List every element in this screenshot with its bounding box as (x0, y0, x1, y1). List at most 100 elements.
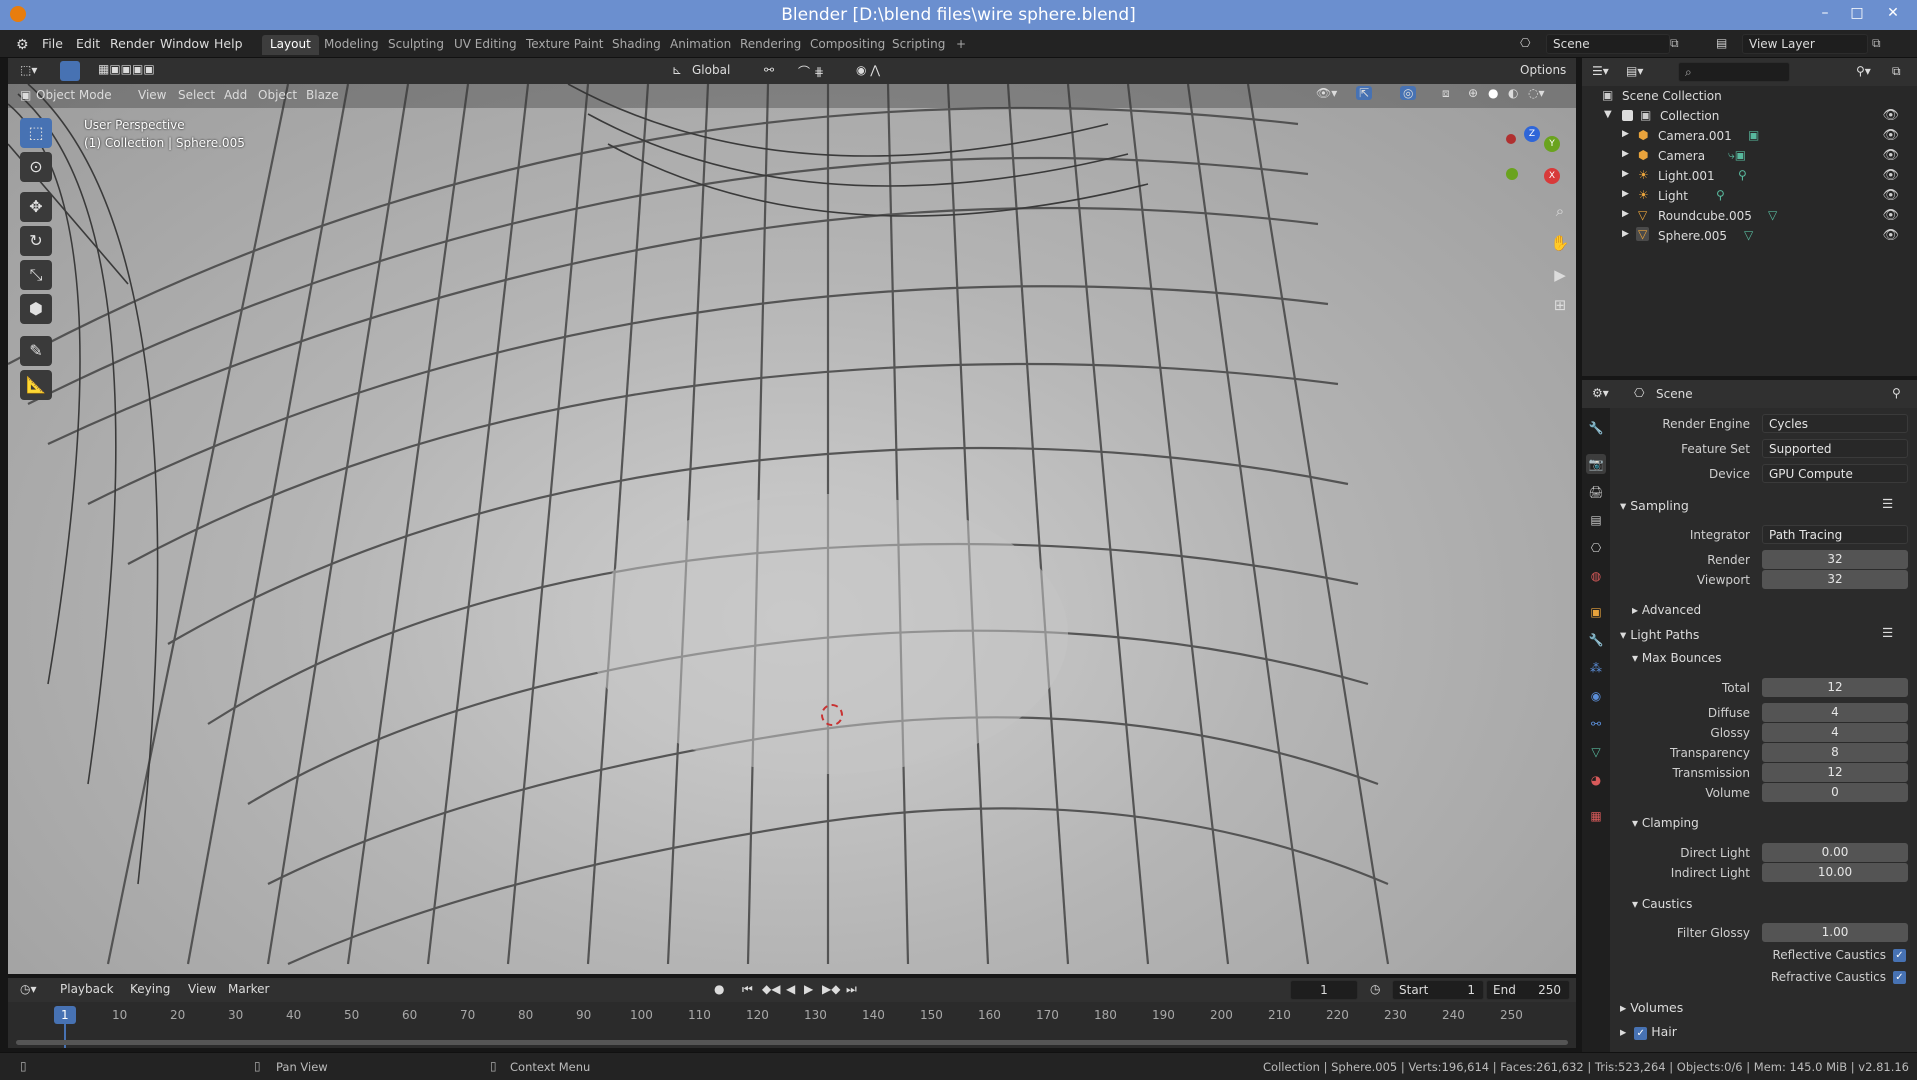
pin-icon[interactable]: ⚲ (1892, 386, 1901, 400)
visibility-eye-icon[interactable]: 👁 (1882, 128, 1899, 143)
light-paths-section[interactable]: ▾ Light Paths (1620, 627, 1699, 642)
hair-section[interactable]: ▸ ✓ Hair (1620, 1024, 1677, 1040)
timeline[interactable]: 1 10 20 30 40 50 60 70 80 90 100 110 120… (8, 1002, 1576, 1048)
render-engine-dropdown[interactable]: Cycles (1762, 414, 1908, 433)
modifier-tab-icon[interactable]: 🔧 (1586, 630, 1606, 650)
close-button[interactable]: ✕ (1878, 2, 1908, 26)
timeline-editor-icon[interactable]: ◷▾ (20, 982, 37, 996)
object-tab-icon[interactable]: ▣ (1586, 602, 1606, 622)
scene-tab-icon[interactable]: ⎔ (1586, 538, 1606, 558)
add-workspace-button[interactable]: + (948, 35, 974, 55)
select-mode-icons[interactable]: ▦▣▣▣▣ (98, 62, 155, 76)
new-scene-icon[interactable]: ⧉ (1670, 36, 1679, 51)
outliner-item[interactable]: ▶ ⬢ Camera.001 ▣ 👁 (1582, 126, 1917, 146)
outliner-item[interactable]: ▶ ⬢ Camera ⤷▣ 👁 (1582, 146, 1917, 166)
outliner-item[interactable]: ▶ ▽ Sphere.005 ▽ 👁 (1582, 226, 1917, 246)
outliner-item[interactable]: ▶ ☀ Light.001 ⚲ 👁 (1582, 166, 1917, 186)
ortho-grid-icon[interactable]: ⊞ (1546, 296, 1574, 314)
snap-icon[interactable]: ⌒ ⋕ (798, 63, 824, 80)
tab-scripting[interactable]: Scripting (884, 35, 953, 55)
mesh-data-icon[interactable]: ▽ (1744, 228, 1753, 242)
menu-help[interactable]: Help (214, 36, 243, 51)
select-box-tool-icon[interactable]: ⬚ (20, 118, 52, 148)
tab-texture-paint[interactable]: Texture Paint (518, 35, 611, 55)
marker-menu[interactable]: Marker (228, 982, 269, 996)
reflective-caustics-checkbox[interactable]: ✓ (1893, 949, 1906, 962)
expand-icon[interactable]: ▶ (1622, 229, 1629, 239)
hair-checkbox[interactable]: ✓ (1634, 1027, 1648, 1040)
filter-glossy-field[interactable]: 1.00 (1762, 923, 1908, 942)
jump-start-icon[interactable]: ⏮ (742, 982, 753, 997)
camera-data-icon[interactable]: ▣ (1748, 128, 1759, 142)
select-box-icon[interactable] (60, 61, 80, 81)
volumes-section[interactable]: ▸ Volumes (1620, 1000, 1683, 1015)
menu-file[interactable]: File (42, 36, 63, 51)
collection-checkbox[interactable] (1622, 110, 1633, 121)
select-menu[interactable]: Select (178, 88, 215, 102)
volume-bounces-field[interactable]: 0 (1762, 783, 1908, 802)
render-samples-field[interactable]: 32 (1762, 550, 1908, 569)
caustics-subsection[interactable]: ▾ Caustics (1632, 897, 1692, 911)
outliner-scene-collection[interactable]: ▣ Scene Collection (1582, 86, 1917, 106)
next-keyframe-icon[interactable]: ▶◆ (822, 982, 840, 996)
menu-edit[interactable]: Edit (76, 36, 100, 51)
playback-menu[interactable]: Playback (60, 982, 114, 996)
new-collection-icon[interactable]: ⧉ (1892, 64, 1901, 79)
tab-sculpting[interactable]: Sculpting (380, 35, 452, 55)
particles-tab-icon[interactable]: ⁂ (1586, 658, 1606, 678)
blender-menu-icon[interactable]: ⚙ (16, 37, 29, 53)
pivot-icon[interactable]: ⚯ (764, 63, 774, 77)
gizmo-neg-y-axis[interactable] (1506, 168, 1518, 180)
physics-tab-icon[interactable]: ◉ (1586, 686, 1606, 706)
outliner-item[interactable]: ▶ ☀ Light ⚲ 👁 (1582, 186, 1917, 206)
visibility-eye-icon[interactable]: 👁 (1882, 188, 1899, 203)
feature-set-dropdown[interactable]: Supported (1762, 439, 1908, 458)
maximize-button[interactable]: □ (1842, 2, 1872, 26)
scene-selector[interactable]: Scene (1546, 34, 1670, 54)
expand-icon[interactable]: ▶ (1622, 189, 1629, 199)
outliner-editor-icon[interactable]: ☰▾ (1592, 64, 1609, 78)
glossy-bounces-field[interactable]: 4 (1762, 723, 1908, 742)
tool-tab-icon[interactable]: 🔧 (1586, 418, 1606, 438)
outliner-item[interactable]: ▶ ▽ Roundcube.005 ▽ 👁 (1582, 206, 1917, 226)
gizmo-y-axis[interactable]: Y (1544, 136, 1560, 152)
expand-icon[interactable]: ▶ (1622, 169, 1629, 179)
view-menu[interactable]: View (138, 88, 166, 102)
light-paths-presets-icon[interactable]: ☰ (1882, 625, 1893, 640)
mode-dropdown[interactable]: Object Mode (36, 88, 112, 102)
new-view-layer-icon[interactable]: ⧉ (1872, 36, 1881, 51)
world-tab-icon[interactable]: ◍ (1586, 566, 1606, 586)
view-layer-selector[interactable]: View Layer (1742, 34, 1868, 54)
orientation-dropdown[interactable]: Global (692, 63, 730, 77)
tab-uv-editing[interactable]: UV Editing (446, 35, 525, 55)
expand-icon[interactable]: ▶ (1622, 209, 1629, 219)
gizmo-x-axis[interactable]: X (1544, 168, 1560, 184)
menu-render[interactable]: Render (110, 36, 155, 51)
menu-window[interactable]: Window (160, 36, 209, 51)
diffuse-bounces-field[interactable]: 4 (1762, 703, 1908, 722)
overlay-toggle-icon[interactable]: ◎ (1400, 86, 1417, 100)
visibility-eye-icon[interactable]: 👁 (1882, 108, 1899, 123)
cursor-tool-icon[interactable]: ⊙ (20, 152, 52, 182)
display-mode-icon[interactable]: ▤▾ (1626, 64, 1643, 78)
visibility-icon[interactable]: 👁▾ (1316, 86, 1337, 100)
sampling-presets-icon[interactable]: ☰ (1882, 496, 1893, 511)
constraints-tab-icon[interactable]: ⚯ (1586, 714, 1606, 734)
record-icon[interactable]: ● (714, 982, 724, 996)
integrator-dropdown[interactable]: Path Tracing (1762, 525, 1908, 544)
render-tab-icon[interactable]: 📷 (1586, 454, 1606, 474)
play-reverse-icon[interactable]: ◀ (786, 982, 795, 996)
light-data-icon[interactable]: ⚲ (1738, 168, 1747, 182)
material-tab-icon[interactable]: ◕ (1586, 770, 1606, 790)
end-frame-field[interactable]: End 250 (1486, 980, 1570, 1000)
tab-rendering[interactable]: Rendering (732, 35, 809, 55)
advanced-subsection[interactable]: ▸ Advanced (1632, 603, 1701, 617)
tab-shading[interactable]: Shading (604, 35, 669, 55)
prev-keyframe-icon[interactable]: ◆◀ (762, 982, 780, 996)
gizmo-toggle-icon[interactable]: ⇱ (1356, 86, 1373, 100)
max-bounces-subsection[interactable]: ▾ Max Bounces (1632, 651, 1721, 665)
filter-icon[interactable]: ⚲▾ (1856, 64, 1871, 78)
measure-tool-icon[interactable]: 📐 (20, 370, 52, 400)
zoom-icon[interactable]: ⌕ (1546, 202, 1574, 220)
output-tab-icon[interactable]: 🖨 (1586, 482, 1606, 502)
